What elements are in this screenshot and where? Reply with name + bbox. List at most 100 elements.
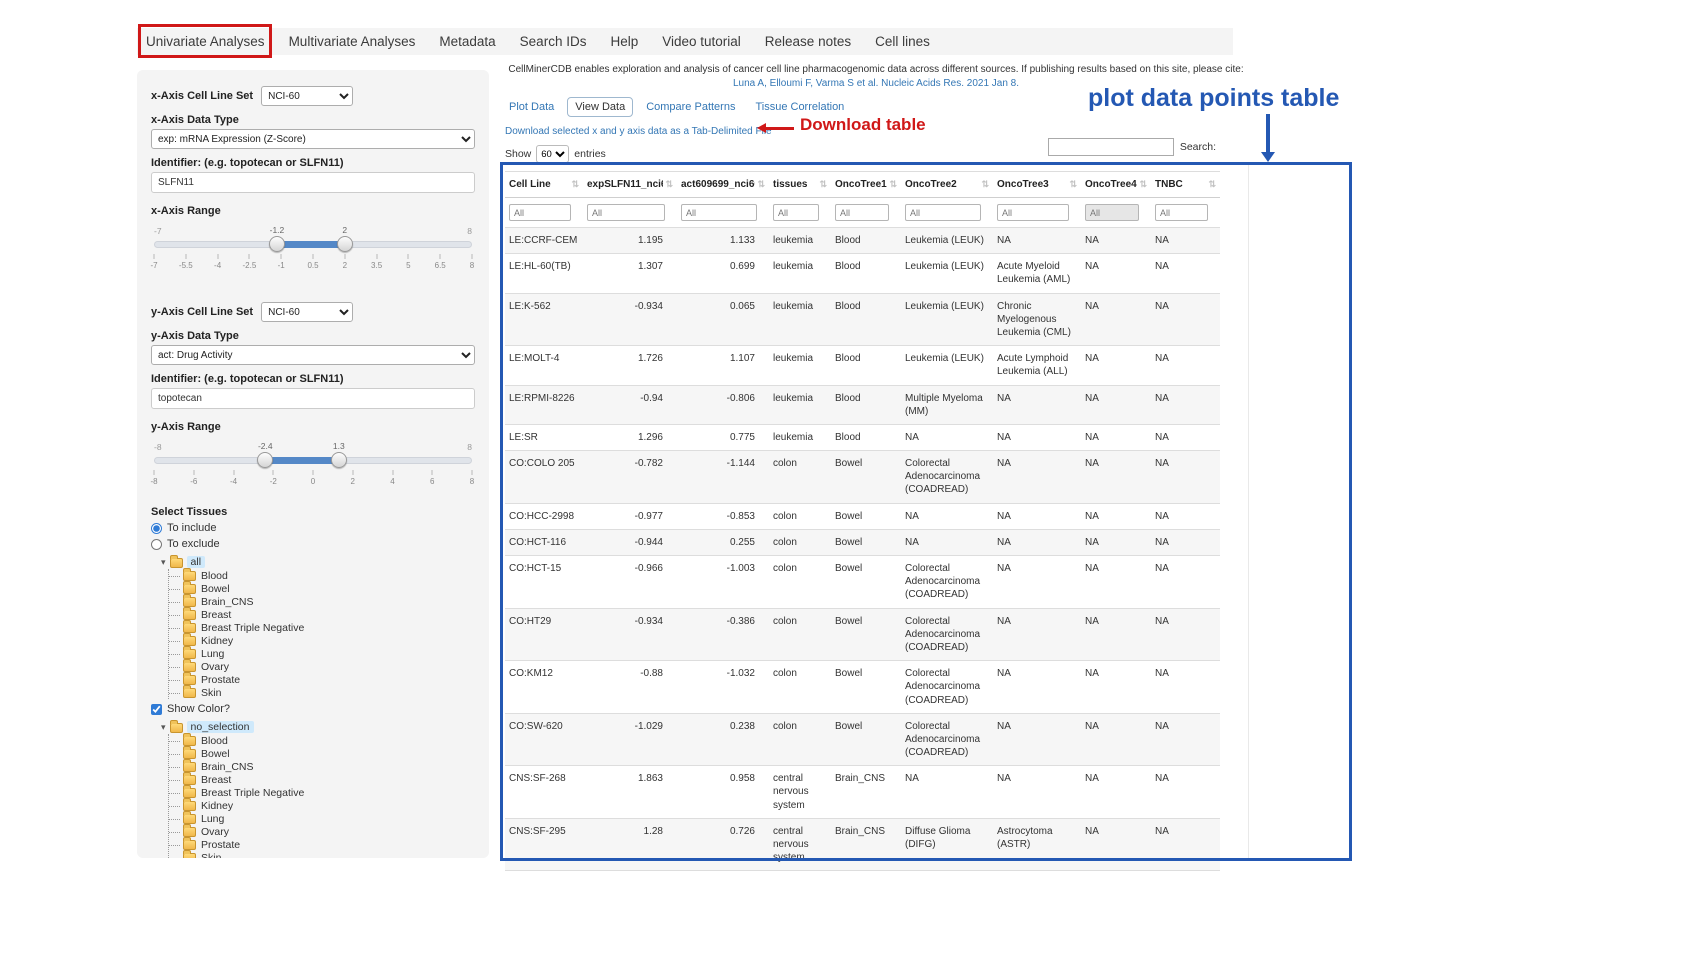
nav-item-help[interactable]: Help bbox=[610, 34, 638, 49]
tree-item-breast-triple-negative[interactable]: Breast Triple Negative bbox=[169, 786, 475, 799]
tree-item-bowel[interactable]: Bowel bbox=[169, 582, 475, 595]
tissue-exclude-option[interactable]: To exclude bbox=[151, 538, 475, 550]
table-row[interactable]: CO:KM12-0.88-1.032colonBowelColorectal A… bbox=[505, 661, 1220, 714]
sort-icon[interactable]: ⇅ bbox=[981, 179, 989, 190]
tree-item-blood[interactable]: Blood bbox=[169, 569, 475, 582]
column-header-oncotree1[interactable]: OncoTree1⇅ bbox=[831, 172, 901, 198]
table-row[interactable]: LE:CCRF-CEM1.1951.133leukemiaBloodLeukem… bbox=[505, 228, 1220, 254]
table-row[interactable]: CO:COLO 205-0.782-1.144colonBowelColorec… bbox=[505, 451, 1220, 504]
column-header-tissues[interactable]: tissues⇅ bbox=[769, 172, 831, 198]
column-filter-input-oncotree3[interactable] bbox=[997, 204, 1069, 221]
slider-handle-high[interactable] bbox=[337, 236, 353, 252]
nav-item-video-tutorial[interactable]: Video tutorial bbox=[662, 34, 741, 49]
x-data-type-select[interactable]: exp: mRNA Expression (Z-Score) bbox=[151, 129, 475, 149]
table-row[interactable]: CO:HCC-2998-0.977-0.853colonBowelNANANAN… bbox=[505, 503, 1220, 529]
tree-item-brain-cns[interactable]: Brain_CNS bbox=[169, 595, 475, 608]
tree-item-kidney[interactable]: Kidney bbox=[169, 634, 475, 647]
column-header-oncotree3[interactable]: OncoTree3⇅ bbox=[993, 172, 1081, 198]
tree-item-kidney[interactable]: Kidney bbox=[169, 799, 475, 812]
collapse-arrow-icon[interactable]: ▾ bbox=[161, 557, 166, 568]
nav-item-multivariate-analyses[interactable]: Multivariate Analyses bbox=[289, 34, 416, 49]
sort-icon[interactable]: ⇅ bbox=[1139, 179, 1147, 190]
sort-icon[interactable]: ⇅ bbox=[571, 179, 579, 190]
tree-root-label[interactable]: all bbox=[187, 556, 206, 568]
tree-item-lung[interactable]: Lung bbox=[169, 647, 475, 660]
show-color-option[interactable]: Show Color? bbox=[151, 703, 475, 715]
column-filter-input-tissues[interactable] bbox=[773, 204, 819, 221]
tissue-include-option[interactable]: To include bbox=[151, 522, 475, 534]
tree-item-prostate[interactable]: Prostate bbox=[169, 673, 475, 686]
tree-item-skin[interactable]: Skin bbox=[169, 686, 475, 699]
table-row[interactable]: CO:HCT-15-0.966-1.003colonBowelColorecta… bbox=[505, 556, 1220, 609]
column-header-act609699-nci60[interactable]: act609699_nci60⇅ bbox=[677, 172, 769, 198]
table-row[interactable]: CO:HCT-116-0.9440.255colonBowelNANANANA bbox=[505, 529, 1220, 555]
sort-icon[interactable]: ⇅ bbox=[819, 179, 827, 190]
column-filter-input-expslfn11-nci60[interactable] bbox=[587, 204, 665, 221]
table-row[interactable]: LE:HL-60(TB)1.3070.699leukemiaBloodLeuke… bbox=[505, 254, 1220, 293]
column-filter-input-act609699-nci60[interactable] bbox=[681, 204, 757, 221]
y-identifier-input[interactable] bbox=[151, 388, 475, 409]
column-header-tnbc[interactable]: TNBC⇅ bbox=[1151, 172, 1220, 198]
table-search-input[interactable] bbox=[1048, 138, 1174, 156]
show-color-checkbox[interactable] bbox=[151, 704, 162, 715]
tree-item-breast-triple-negative[interactable]: Breast Triple Negative bbox=[169, 621, 475, 634]
tab-plot-data[interactable]: Plot Data bbox=[502, 98, 561, 116]
y-cell-line-set-select[interactable]: NCI-60 bbox=[261, 302, 353, 322]
sort-icon[interactable]: ⇅ bbox=[889, 179, 897, 190]
tree-item-prostate[interactable]: Prostate bbox=[169, 838, 475, 851]
column-header-cell-line[interactable]: Cell Line⇅ bbox=[505, 172, 583, 198]
tab-view-data[interactable]: View Data bbox=[567, 97, 633, 117]
slider-handle-low[interactable] bbox=[257, 452, 273, 468]
tree-item-blood[interactable]: Blood bbox=[169, 734, 475, 747]
tree-item-breast[interactable]: Breast bbox=[169, 773, 475, 786]
column-filter-input-oncotree1[interactable] bbox=[835, 204, 889, 221]
tree-root-label[interactable]: no_selection bbox=[187, 721, 254, 733]
column-filter-input-oncotree4[interactable] bbox=[1085, 204, 1139, 221]
y-range-slider[interactable]: -88-2.41.3-8-6-4-202468 bbox=[154, 442, 472, 492]
table-row[interactable]: LE:RPMI-8226-0.94-0.806leukemiaBloodMult… bbox=[505, 385, 1220, 424]
collapse-arrow-icon[interactable]: ▾ bbox=[161, 722, 166, 733]
nav-item-search-ids[interactable]: Search IDs bbox=[520, 34, 587, 49]
tree-item-skin[interactable]: Skin bbox=[169, 851, 475, 858]
include-radio[interactable] bbox=[151, 523, 162, 534]
y-data-type-select[interactable]: act: Drug Activity bbox=[151, 345, 475, 365]
entries-select[interactable]: 60 bbox=[536, 145, 569, 163]
column-header-oncotree2[interactable]: OncoTree2⇅ bbox=[901, 172, 993, 198]
sort-icon[interactable]: ⇅ bbox=[757, 179, 765, 190]
tree-item-bowel[interactable]: Bowel bbox=[169, 747, 475, 760]
column-header-oncotree4[interactable]: OncoTree4⇅ bbox=[1081, 172, 1151, 198]
column-filter-input-tnbc[interactable] bbox=[1155, 204, 1208, 221]
slider-handle-high[interactable] bbox=[331, 452, 347, 468]
column-filter-input-cell-line[interactable] bbox=[509, 204, 571, 221]
table-row[interactable]: CNS:SF-2951.280.726central nervous syste… bbox=[505, 818, 1220, 871]
tree-item-breast[interactable]: Breast bbox=[169, 608, 475, 621]
table-row[interactable]: LE:SR1.2960.775leukemiaBloodNANANANA bbox=[505, 424, 1220, 450]
tree-root[interactable]: ▾ no_selection bbox=[161, 720, 475, 734]
tab-compare-patterns[interactable]: Compare Patterns bbox=[639, 98, 742, 116]
tab-tissue-correlation[interactable]: Tissue Correlation bbox=[748, 98, 851, 116]
nav-item-univariate-analyses[interactable]: Univariate Analyses bbox=[146, 34, 265, 49]
table-row[interactable]: CO:HT29-0.934-0.386colonBowelColorectal … bbox=[505, 608, 1220, 661]
x-range-slider[interactable]: -78-1.22-7-5.5-4-2.5-10.523.556.58 bbox=[154, 226, 472, 276]
x-cell-line-set-select[interactable]: NCI-60 bbox=[261, 86, 353, 106]
sort-icon[interactable]: ⇅ bbox=[665, 179, 673, 190]
nav-item-metadata[interactable]: Metadata bbox=[439, 34, 495, 49]
table-row[interactable]: LE:MOLT-41.7261.107leukemiaBloodLeukemia… bbox=[505, 346, 1220, 385]
column-header-expslfn11-nci60[interactable]: expSLFN11_nci60⇅ bbox=[583, 172, 677, 198]
table-row[interactable]: CO:SW-620-1.0290.238colonBowelColorectal… bbox=[505, 713, 1220, 766]
exclude-radio[interactable] bbox=[151, 539, 162, 550]
tree-item-lung[interactable]: Lung bbox=[169, 812, 475, 825]
tree-item-ovary[interactable]: Ovary bbox=[169, 660, 475, 673]
download-tsv-link[interactable]: Download selected x and y axis data as a… bbox=[505, 126, 772, 137]
column-filter-input-oncotree2[interactable] bbox=[905, 204, 981, 221]
nav-item-cell-lines[interactable]: Cell lines bbox=[875, 34, 930, 49]
tree-item-ovary[interactable]: Ovary bbox=[169, 825, 475, 838]
slider-handle-low[interactable] bbox=[269, 236, 285, 252]
tree-item-brain-cns[interactable]: Brain_CNS bbox=[169, 760, 475, 773]
sort-icon[interactable]: ⇅ bbox=[1208, 179, 1216, 190]
table-row[interactable]: LE:K-562-0.9340.065leukemiaBloodLeukemia… bbox=[505, 293, 1220, 346]
nav-item-release-notes[interactable]: Release notes bbox=[765, 34, 851, 49]
x-identifier-input[interactable] bbox=[151, 172, 475, 193]
table-row[interactable]: CNS:SF-2681.8630.958central nervous syst… bbox=[505, 766, 1220, 819]
tree-root[interactable]: ▾ all bbox=[161, 555, 475, 569]
